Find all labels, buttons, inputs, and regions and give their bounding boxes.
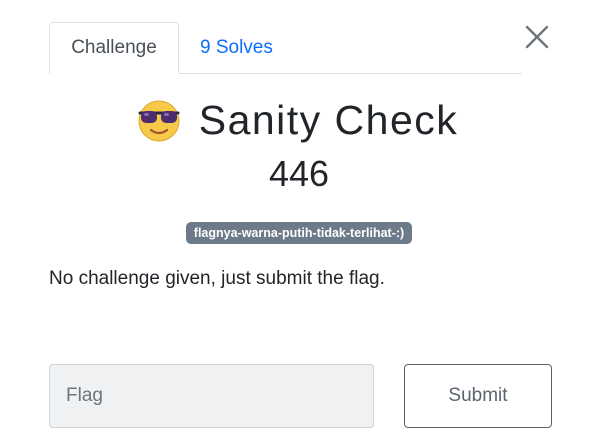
flag-input[interactable] xyxy=(49,364,374,428)
challenge-tabs: Challenge 9 Solves xyxy=(49,22,522,74)
challenge-description: No challenge given, just submit the flag… xyxy=(49,268,385,289)
tab-challenge[interactable]: Challenge xyxy=(49,22,179,74)
close-button[interactable] xyxy=(524,24,550,50)
challenge-title: Sanity Check xyxy=(198,96,459,143)
challenge-tag: flagnya-warna-putih-tidak-terlihat-:) xyxy=(185,222,413,244)
submit-button[interactable]: Submit xyxy=(404,364,552,428)
tab-solves[interactable]: 9 Solves xyxy=(179,22,273,73)
close-icon xyxy=(525,25,549,49)
challenge-points: 446 xyxy=(268,153,330,194)
tag-list: flagnya-warna-putih-tidak-terlihat-:) xyxy=(0,222,598,244)
challenge-header: Sanity Check xyxy=(0,92,598,148)
sunglasses-smiley-icon xyxy=(138,100,180,142)
challenge-modal: Challenge 9 Solves Sanity Check 446 flag… xyxy=(0,0,598,447)
